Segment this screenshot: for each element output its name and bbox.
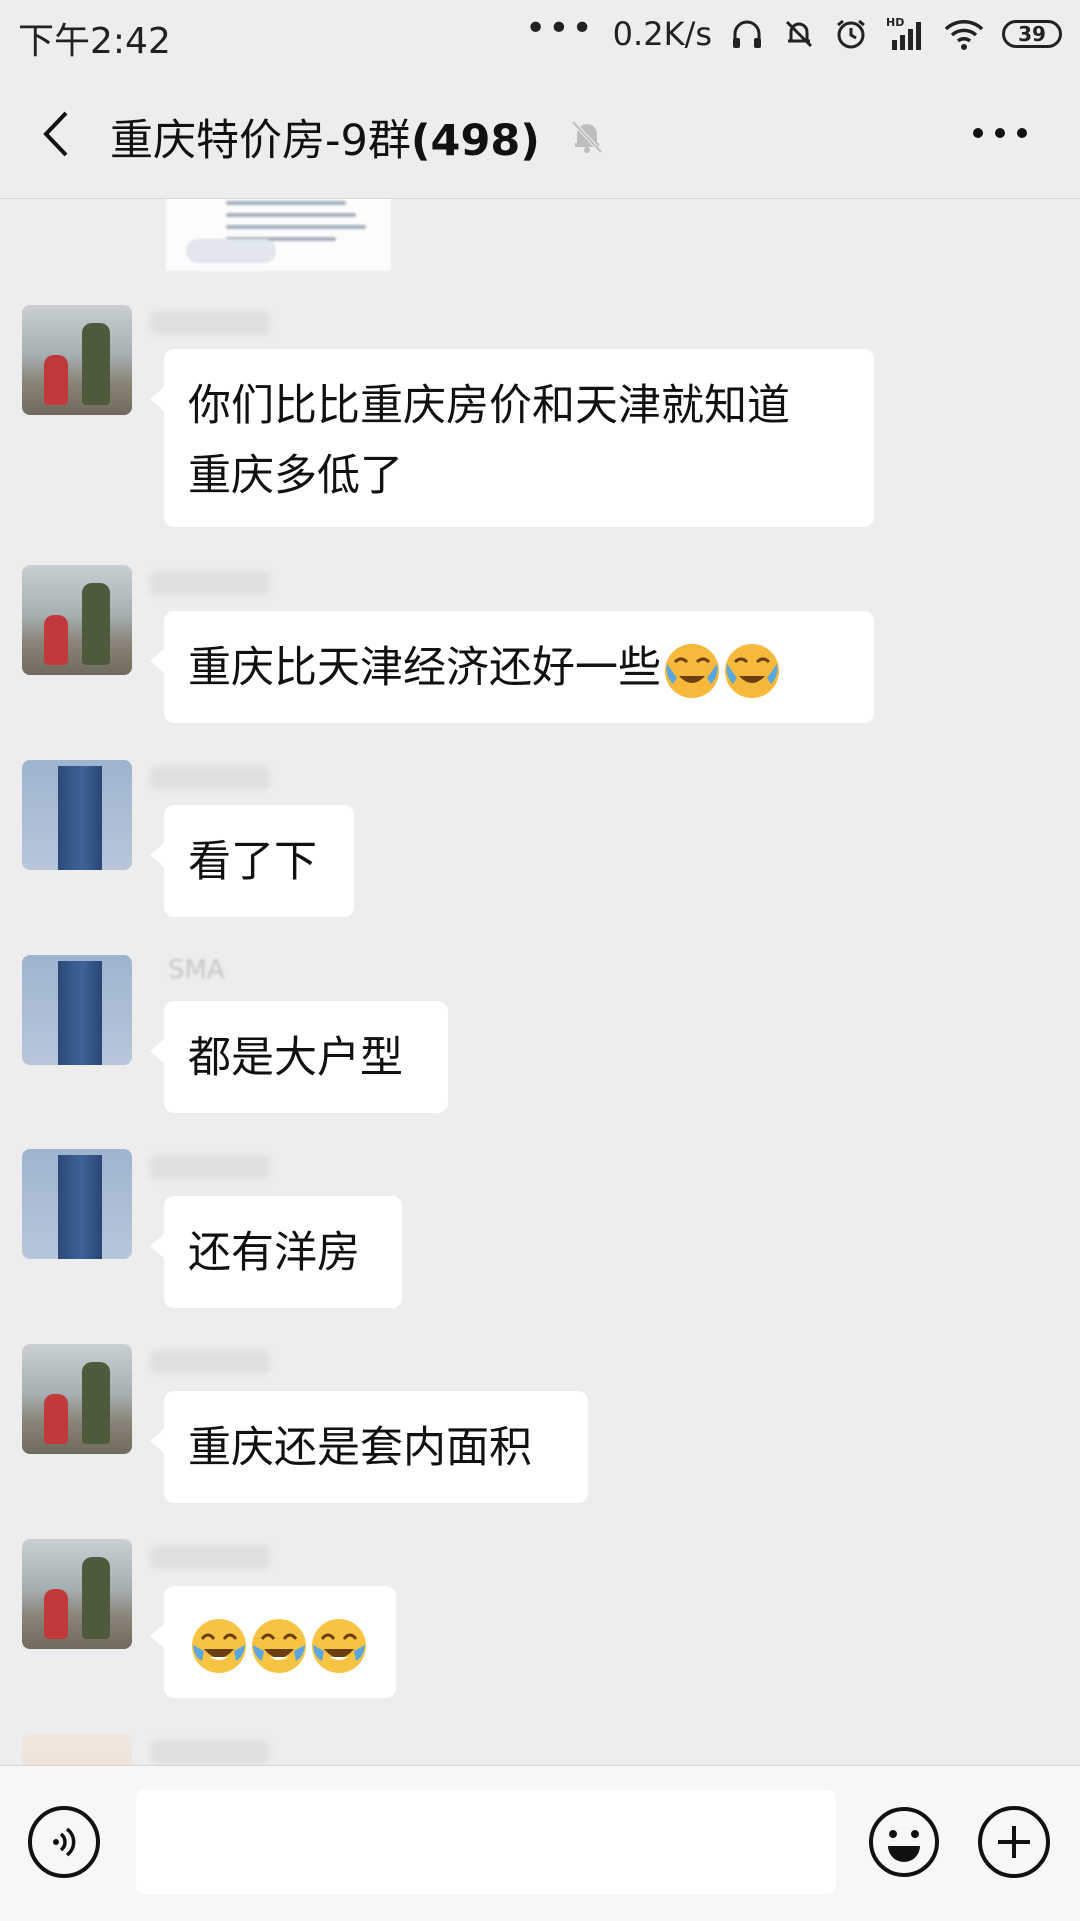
image-line — [226, 225, 366, 229]
mute-bell-icon — [567, 116, 607, 156]
tears-of-joy-icon — [312, 1618, 366, 1673]
face-with-tears-icon — [665, 643, 719, 698]
message-bubble[interactable]: 都是大户型 — [150, 1001, 448, 1113]
message-bubble[interactable]: 你们比比重庆房价和天津就知道 重庆多低了 — [150, 349, 874, 527]
avatar[interactable] — [22, 1539, 132, 1649]
group-name: 重庆特价房-9群 — [110, 116, 411, 166]
tears-of-joy-icon — [192, 1618, 246, 1673]
nickname-blurred — [150, 1350, 270, 1374]
message-text-line: 重庆多低了 — [188, 451, 403, 501]
input-bar — [0, 1765, 1080, 1921]
back-button[interactable] — [30, 104, 80, 164]
nickname: SMA — [168, 955, 225, 985]
message-bubble[interactable]: 重庆还是套内面积 — [150, 1391, 588, 1503]
nickname-blurred — [150, 1740, 270, 1764]
avatar[interactable] — [22, 1149, 132, 1259]
voice-button[interactable] — [28, 1806, 100, 1878]
voice-icon — [53, 1827, 76, 1857]
message-text: 还有洋房 — [188, 1228, 360, 1278]
avatar[interactable] — [22, 565, 132, 675]
message-text: 都是大户型 — [188, 1033, 403, 1083]
tears-of-joy-icon — [252, 1618, 306, 1673]
message-list[interactable]: 你们比比重庆房价和天津就知道 重庆多低了 重庆比天津经济还好一些 看了下 SMA… — [0, 199, 1080, 1765]
nickname-blurred — [150, 766, 270, 790]
avatar[interactable] — [22, 955, 132, 1065]
emoji-button[interactable] — [868, 1806, 940, 1878]
avatar[interactable] — [22, 1734, 132, 1765]
message-text: 看了下 — [188, 837, 317, 887]
battery-icon: 39 — [1002, 20, 1062, 48]
plus-button[interactable] — [978, 1806, 1050, 1878]
nickname-blurred — [150, 1155, 270, 1179]
message-text: 重庆还是套内面积 — [188, 1423, 532, 1473]
avatar[interactable] — [22, 305, 132, 415]
battery-level: 39 — [1018, 22, 1046, 46]
member-count: (498) — [410, 116, 540, 166]
avatar[interactable] — [22, 760, 132, 870]
notification-dots: ••• — [524, 8, 595, 49]
avatar[interactable] — [22, 1344, 132, 1454]
image-cloud — [186, 239, 276, 263]
face-with-tears-icon — [725, 643, 779, 698]
message-bubble[interactable]: 还有洋房 — [150, 1196, 402, 1308]
message-input[interactable] — [136, 1790, 836, 1894]
message-bubble[interactable] — [150, 1586, 396, 1698]
back-icon — [43, 111, 68, 157]
group-title: 重庆特价房-9群(498) — [110, 106, 540, 168]
signal-icon: HD — [886, 16, 926, 52]
headphones-icon — [730, 17, 764, 51]
image-line — [226, 201, 346, 205]
nickname-blurred — [150, 571, 270, 595]
wifi-icon — [944, 17, 984, 51]
alarm-icon — [834, 17, 868, 51]
chat-header: 重庆特价房-9群(498) — [0, 68, 1080, 199]
mute-icon — [782, 17, 816, 51]
more-icon — [973, 128, 1027, 138]
network-speed: 0.2K/s — [612, 15, 712, 53]
message-bubble[interactable]: 看了下 — [150, 805, 354, 917]
svg-text:HD: HD — [886, 16, 904, 29]
status-icons: ••• 0.2K/s HD 39 — [525, 10, 1062, 58]
image-line — [226, 213, 356, 217]
message-text-line: 你们比比重庆房价和天津就知道 — [188, 381, 790, 431]
status-bar: 下午2:42 ••• 0.2K/s HD 39 — [0, 0, 1080, 68]
status-time: 下午2:42 — [18, 21, 171, 62]
image-message-preview[interactable] — [166, 199, 391, 271]
more-button[interactable] — [960, 118, 1040, 148]
plus-icon — [998, 1826, 1030, 1858]
nickname-blurred — [150, 311, 270, 335]
emoji-icon — [869, 1807, 939, 1877]
message-text: 重庆比天津经济还好一些 — [188, 643, 661, 693]
nickname-blurred — [150, 1545, 270, 1569]
message-bubble[interactable]: 重庆比天津经济还好一些 — [150, 611, 874, 723]
